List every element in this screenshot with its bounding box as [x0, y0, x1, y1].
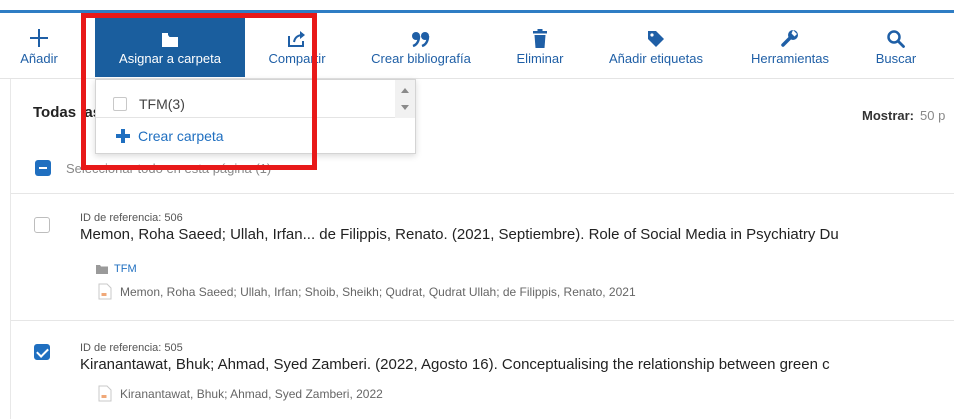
reference-authors-text: Memon, Roha Saeed; Ullah, Irfan; Shoib, … — [120, 284, 636, 299]
folder-icon — [96, 265, 108, 274]
left-panel-edge — [0, 79, 11, 419]
folder-checkbox[interactable] — [113, 97, 127, 111]
search-button[interactable]: Buscar — [868, 13, 924, 77]
add-button[interactable]: Añadir — [20, 13, 58, 77]
toolbar: Añadir Asignar a carpeta Compartir Crear… — [0, 13, 954, 79]
assign-folder-dropdown: TFM(3) Crear carpeta — [95, 79, 416, 154]
document-icon — [98, 385, 112, 402]
show-label: Mostrar: — [862, 108, 915, 123]
reference-id: ID de referencia: 505 — [80, 342, 183, 354]
tools-label: Herramientas — [750, 51, 830, 66]
reference-id: ID de referencia: 506 — [80, 212, 183, 224]
reference-authors-text: Kiranantawat, Bhuk; Ahmad, Syed Zamberi,… — [120, 386, 383, 401]
add-label: Añadir — [20, 51, 58, 66]
select-all-checkbox[interactable] — [35, 160, 51, 176]
document-icon — [98, 283, 112, 300]
reference-authors: Kiranantawat, Bhuk; Ahmad, Syed Zamberi,… — [98, 385, 383, 402]
select-all-label: Seleccionar todo en esta página (1) — [66, 161, 272, 176]
plus-icon — [116, 129, 130, 143]
folder-tag-label: TFM — [114, 263, 137, 275]
tools-button[interactable]: Herramientas — [744, 13, 836, 77]
show-per-page[interactable]: Mostrar: 50 p — [862, 108, 945, 123]
divider — [11, 320, 954, 321]
search-label: Buscar — [875, 51, 917, 66]
tag-icon — [647, 26, 665, 48]
create-folder-button[interactable]: Crear carpeta — [116, 128, 224, 144]
dropdown-scrollbar[interactable] — [395, 80, 415, 118]
share-button[interactable]: Compartir — [262, 13, 332, 77]
row-checkbox-checked[interactable] — [34, 344, 50, 360]
quote-icon — [411, 26, 431, 48]
search-icon — [887, 26, 905, 48]
share-label: Compartir — [268, 51, 326, 66]
page-title: Todas las — [33, 104, 102, 121]
create-folder-label: Crear carpeta — [138, 128, 224, 144]
assign-folder-label: Asignar a carpeta — [119, 51, 221, 66]
create-bibliography-label: Crear bibliografía — [371, 51, 471, 66]
folder-option[interactable]: TFM(3) — [96, 80, 396, 118]
share-icon — [287, 26, 307, 48]
reference-citation[interactable]: Kiranantawat, Bhuk; Ahmad, Syed Zamberi.… — [80, 356, 830, 373]
assign-folder-button[interactable]: Asignar a carpeta — [95, 13, 245, 77]
add-tags-label: Añadir etiquetas — [609, 51, 703, 66]
folder-option-label: TFM(3) — [139, 96, 185, 112]
folder-icon — [161, 26, 179, 48]
create-bibliography-button[interactable]: Crear bibliografía — [364, 13, 478, 77]
folder-tag[interactable]: TFM — [96, 263, 137, 275]
row-checkbox[interactable] — [34, 217, 50, 233]
plus-icon — [29, 26, 49, 48]
show-value: 50 p — [920, 108, 946, 123]
add-tags-button[interactable]: Añadir etiquetas — [602, 13, 710, 77]
divider — [11, 193, 954, 194]
trash-icon — [532, 26, 548, 48]
top-bar — [0, 0, 954, 13]
reference-citation[interactable]: Memon, Roha Saeed; Ullah, Irfan... de Fi… — [80, 226, 839, 243]
delete-button[interactable]: Eliminar — [512, 13, 568, 77]
wrench-icon — [780, 26, 800, 48]
delete-label: Eliminar — [516, 51, 564, 66]
reference-authors: Memon, Roha Saeed; Ullah, Irfan; Shoib, … — [98, 283, 636, 300]
